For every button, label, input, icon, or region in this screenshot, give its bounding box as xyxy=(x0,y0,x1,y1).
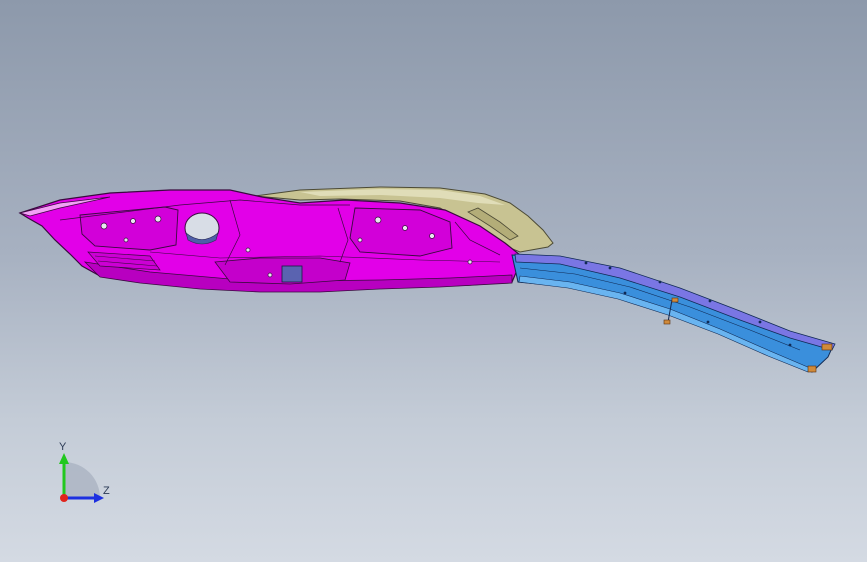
axis-triad-graphic xyxy=(59,453,104,503)
axis-triad-quadrant xyxy=(64,462,100,498)
z-axis-label: Z xyxy=(103,485,110,497)
cad-part-model[interactable] xyxy=(0,0,867,562)
y-axis-label: Y xyxy=(59,441,67,453)
cad-graphics-viewport[interactable]: Y Z xyxy=(0,0,867,562)
y-axis-arrowhead xyxy=(59,453,69,464)
axis-triad: Y Z xyxy=(40,438,120,513)
x-axis-dot xyxy=(60,494,68,502)
mounting-bracket xyxy=(281,265,303,283)
left-pocket-panel xyxy=(79,206,179,251)
